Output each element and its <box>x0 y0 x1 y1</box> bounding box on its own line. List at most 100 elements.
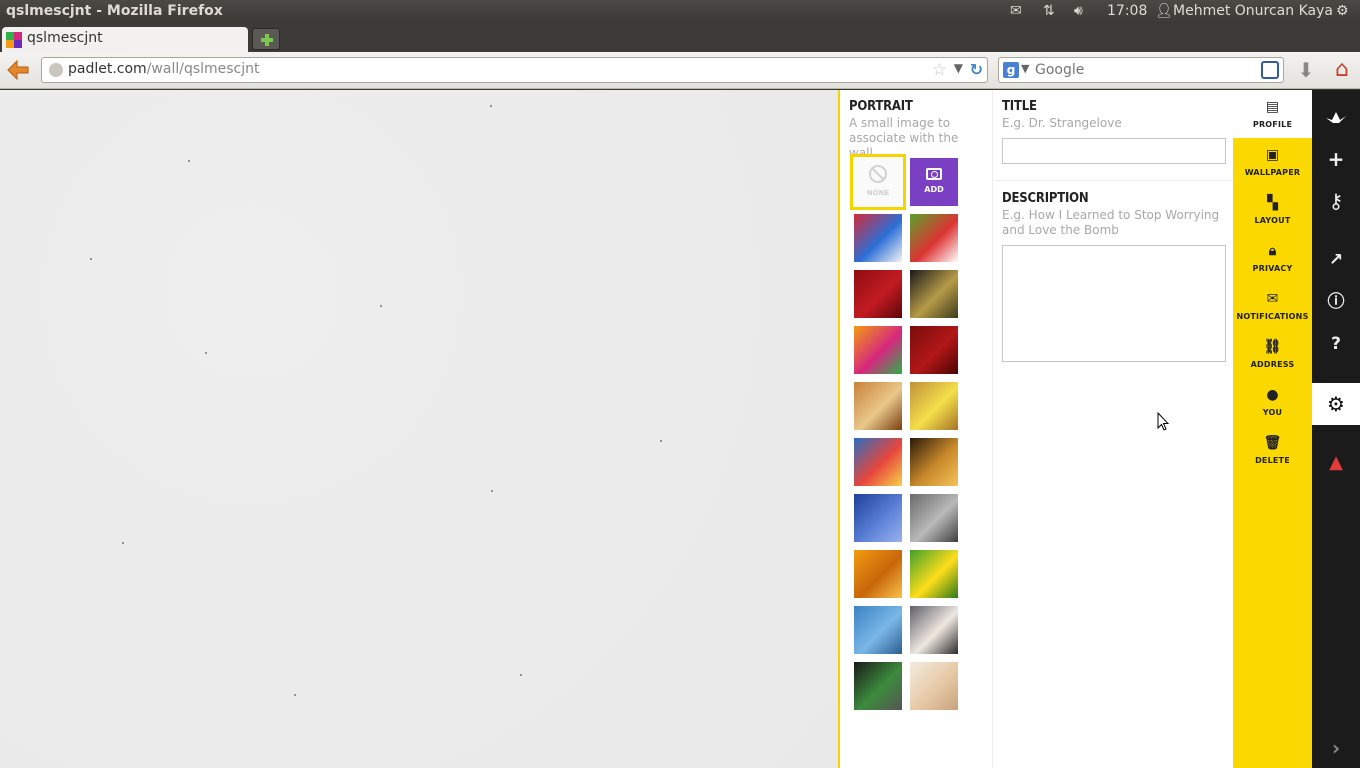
url-text[interactable]: padlet.com/wall/qslmescjnt <box>68 61 260 77</box>
menu-item-you[interactable]: ● YOU <box>1233 378 1312 426</box>
reload-icon[interactable]: ↻ <box>970 60 983 79</box>
search-icon[interactable] <box>1261 61 1279 79</box>
portrait-option-justice-scales[interactable] <box>854 606 902 654</box>
portrait-option-red-numbers[interactable] <box>910 326 958 374</box>
lock-icon: 🔒︎ <box>1268 243 1277 259</box>
menu-item-label: WALLPAPER <box>1244 168 1301 177</box>
texture-speck <box>205 352 207 354</box>
menu-item-wallpaper[interactable]: ▣ WALLPAPER <box>1233 138 1312 186</box>
menu-item-label: PROFILE <box>1252 120 1293 129</box>
portrait-option-chimpanzee[interactable] <box>854 662 902 710</box>
back-arrow-icon[interactable] <box>5 58 31 82</box>
user-icon: 👤︎ <box>1155 3 1173 19</box>
history-dropdown-icon[interactable]: ▼ <box>954 61 963 75</box>
navigation-toolbar: padlet.com/wall/qslmescjnt ☆ ▼ ↻ g ▼ ⬇ ⌂ <box>0 52 1360 89</box>
menu-item-label: YOU <box>1262 408 1283 417</box>
camera-icon <box>926 168 942 180</box>
download-arrow-icon[interactable]: ⬇ <box>1294 58 1318 82</box>
padlet-page: PORTRAIT A small image to associate with… <box>0 90 1360 768</box>
profile-card-icon: ▤ <box>1265 99 1280 115</box>
portrait-option-blue-globe[interactable] <box>854 494 902 542</box>
description-field[interactable] <box>1002 245 1226 362</box>
power-gear-icon[interactable]: ⚙ <box>1336 3 1349 19</box>
menu-item-privacy[interactable]: 🔒︎ PRIVACY <box>1233 234 1312 282</box>
network-icon[interactable]: ⇅ <box>1043 3 1055 19</box>
key-icon[interactable]: ⚷ <box>1312 181 1360 221</box>
menu-item-label: LAYOUT <box>1254 216 1291 225</box>
portrait-option-origami-crane[interactable] <box>854 326 902 374</box>
home-icon[interactable]: ⌂ <box>1328 57 1356 83</box>
os-top-panel: qslmescjnt - Mozilla Firefox ✉ ⇅ 🔊︎ 17:0… <box>0 0 1360 24</box>
portrait-option-birthday-cake[interactable] <box>854 438 902 486</box>
portrait-option-notepad-pencil[interactable] <box>854 382 902 430</box>
portrait-section: PORTRAIT A small image to associate with… <box>840 90 993 768</box>
padlet-logo-icon[interactable] <box>1312 94 1360 134</box>
clock[interactable]: 17:08 <box>1107 3 1147 19</box>
menu-item-label: NOTIFICATIONS <box>1236 312 1309 321</box>
user-name[interactable]: Mehmet Onurcan Kaya <box>1173 3 1333 19</box>
site-identity-icon[interactable] <box>49 63 63 77</box>
menu-item-profile[interactable]: ▤ PROFILE <box>1233 90 1312 138</box>
settings-menu: ▤ PROFILE ▣ WALLPAPER ▚ LAYOUT 🔒︎ PRIVAC… <box>1233 90 1312 768</box>
layout-icon: ▚ <box>1267 195 1278 211</box>
menu-item-delete[interactable]: 🗑︎ DELETE <box>1233 426 1312 474</box>
info-icon[interactable]: ⓘ <box>1312 282 1360 322</box>
texture-speck <box>294 694 296 696</box>
portrait-add-button[interactable]: ADD <box>910 158 958 206</box>
title-heading: TITLE <box>1002 99 1037 114</box>
image-icon: ▣ <box>1265 147 1280 163</box>
portrait-option-wedding-couple[interactable] <box>910 606 958 654</box>
menu-item-layout[interactable]: ▚ LAYOUT <box>1233 186 1312 234</box>
texture-speck <box>520 674 522 676</box>
user-icon: ● <box>1266 387 1279 403</box>
texture-speck <box>122 542 124 544</box>
plus-icon[interactable]: + <box>1312 139 1360 179</box>
portrait-heading: PORTRAIT <box>849 99 913 114</box>
portrait-option-soccer-player[interactable] <box>910 214 958 262</box>
share-icon[interactable]: ↗ <box>1312 240 1360 280</box>
engine-dropdown-icon[interactable]: ▼ <box>1021 62 1029 75</box>
chevron-right-icon[interactable]: › <box>1312 728 1360 768</box>
google-engine-icon[interactable]: g <box>1003 62 1019 78</box>
tab-qslmescjnt[interactable]: qslmescjnt <box>2 27 248 52</box>
texture-speck <box>90 258 92 260</box>
wall-canvas[interactable] <box>0 90 838 768</box>
portrait-option-red-rose[interactable] <box>854 270 902 318</box>
portrait-none-option[interactable]: NONE <box>850 154 906 210</box>
search-input[interactable] <box>1035 61 1255 79</box>
portrait-option-smiley-face[interactable] <box>910 550 958 598</box>
mail-icon: ✉ <box>1266 291 1279 307</box>
search-box[interactable]: g ▼ <box>998 57 1284 83</box>
texture-speck <box>490 105 492 107</box>
bookmark-star-icon[interactable]: ☆ <box>932 60 947 80</box>
title-hint: E.g. Dr. Strangelove <box>1002 116 1122 130</box>
padlet-side-rail: + ⚷ ↗ ⓘ ? ⚙ ▲ › <box>1312 90 1360 768</box>
portrait-option-sticky-note-checklist[interactable] <box>910 382 958 430</box>
mail-icon[interactable]: ✉ <box>1010 3 1022 19</box>
portrait-option-paint-swirl[interactable] <box>854 214 902 262</box>
tab-label: qslmescjnt <box>27 30 103 46</box>
description-heading: DESCRIPTION <box>1002 191 1089 206</box>
texture-speck <box>660 440 662 442</box>
new-tab-button[interactable] <box>252 28 280 50</box>
menu-item-label: ADDRESS <box>1250 360 1295 369</box>
tab-bar: qslmescjnt <box>0 24 1360 52</box>
gear-icon[interactable]: ⚙ <box>1312 383 1360 425</box>
title-field[interactable] <box>1002 138 1226 164</box>
help-icon[interactable]: ? <box>1312 324 1360 364</box>
window-title: qslmescjnt - Mozilla Firefox <box>6 3 223 19</box>
padlet-favicon-icon <box>6 32 22 48</box>
menu-item-address[interactable]: ⛓ ADDRESS <box>1233 330 1312 378</box>
menu-item-notifications[interactable]: ✉ NOTIFICATIONS <box>1233 282 1312 330</box>
mouse-cursor-icon <box>1157 412 1169 431</box>
portrait-option-people-lights[interactable] <box>910 438 958 486</box>
warning-icon[interactable]: ▲ <box>1312 443 1360 483</box>
link-icon: ⛓ <box>1263 339 1282 355</box>
url-bar[interactable]: padlet.com/wall/qslmescjnt ☆ ▼ ↻ <box>41 57 988 83</box>
portrait-option-megaphone[interactable] <box>854 550 902 598</box>
portrait-option-champagne-glass[interactable] <box>910 270 958 318</box>
texture-speck <box>188 160 190 162</box>
portrait-option-pocket-watch[interactable] <box>910 494 958 542</box>
portrait-option-babies[interactable] <box>910 662 958 710</box>
volume-icon[interactable]: 🔊︎ <box>1074 3 1083 19</box>
